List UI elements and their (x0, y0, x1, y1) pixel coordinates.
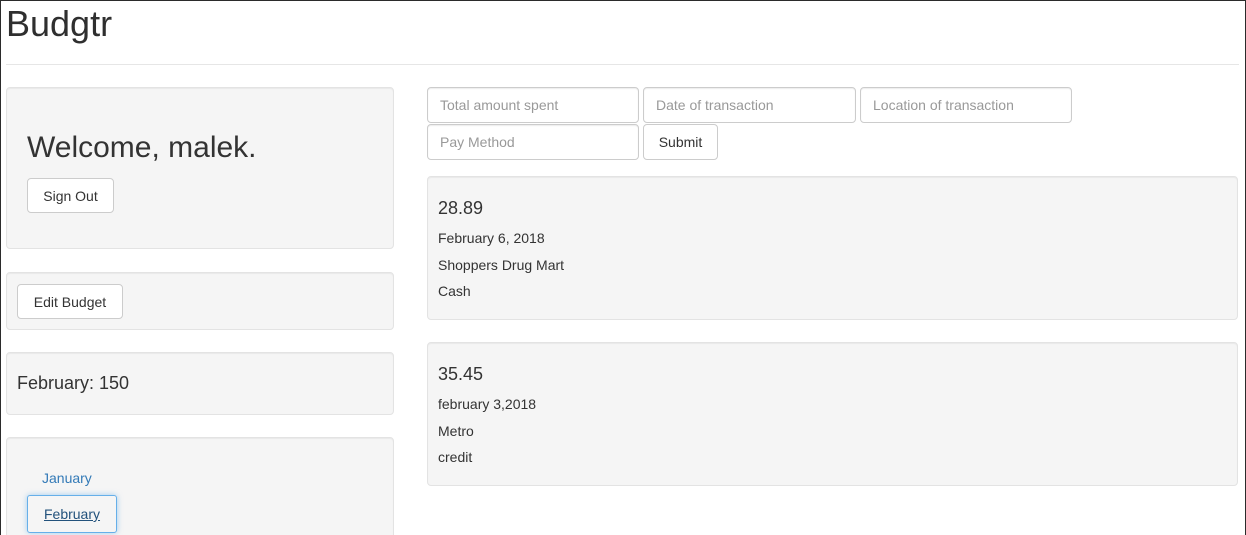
months-panel: January February (6, 437, 394, 535)
transaction-amount: 35.45 (438, 364, 484, 384)
transaction-location: Shoppers Drug Mart (438, 257, 565, 273)
date-input[interactable] (643, 87, 856, 123)
transaction-date: February 6, 2018 (438, 230, 545, 246)
submit-button[interactable]: Submit (643, 124, 718, 160)
app-frame: Budgtr Welcome, malek. Sign Out Edit Bud… (0, 0, 1246, 535)
amount-input[interactable] (427, 87, 639, 123)
transaction-location: Metro (438, 423, 474, 439)
edit-budget-button[interactable]: Edit Budget (17, 284, 123, 319)
transaction-date: february 3,2018 (438, 396, 537, 412)
month-link-february[interactable]: February (27, 495, 117, 533)
header-divider (6, 64, 1239, 65)
pay-method-input[interactable] (427, 124, 639, 160)
edit-budget-panel: Edit Budget (6, 272, 394, 330)
app-title: Budgtr (6, 3, 113, 44)
transaction-method: credit (438, 449, 473, 465)
location-input[interactable] (860, 87, 1072, 123)
sign-out-button[interactable]: Sign Out (27, 178, 114, 213)
transaction-amount: 28.89 (438, 198, 484, 218)
transaction-card: 35.45 february 3,2018 Metro credit (427, 342, 1238, 486)
budget-summary-panel: February: 150 (6, 352, 394, 415)
welcome-message: Welcome, malek. (27, 131, 257, 164)
user-panel: Welcome, malek. Sign Out (6, 87, 394, 249)
budget-summary: February: 150 (17, 373, 130, 393)
transaction-card: 28.89 February 6, 2018 Shoppers Drug Mar… (427, 176, 1238, 320)
month-link-january[interactable]: January (42, 468, 92, 488)
transaction-method: Cash (438, 283, 471, 299)
